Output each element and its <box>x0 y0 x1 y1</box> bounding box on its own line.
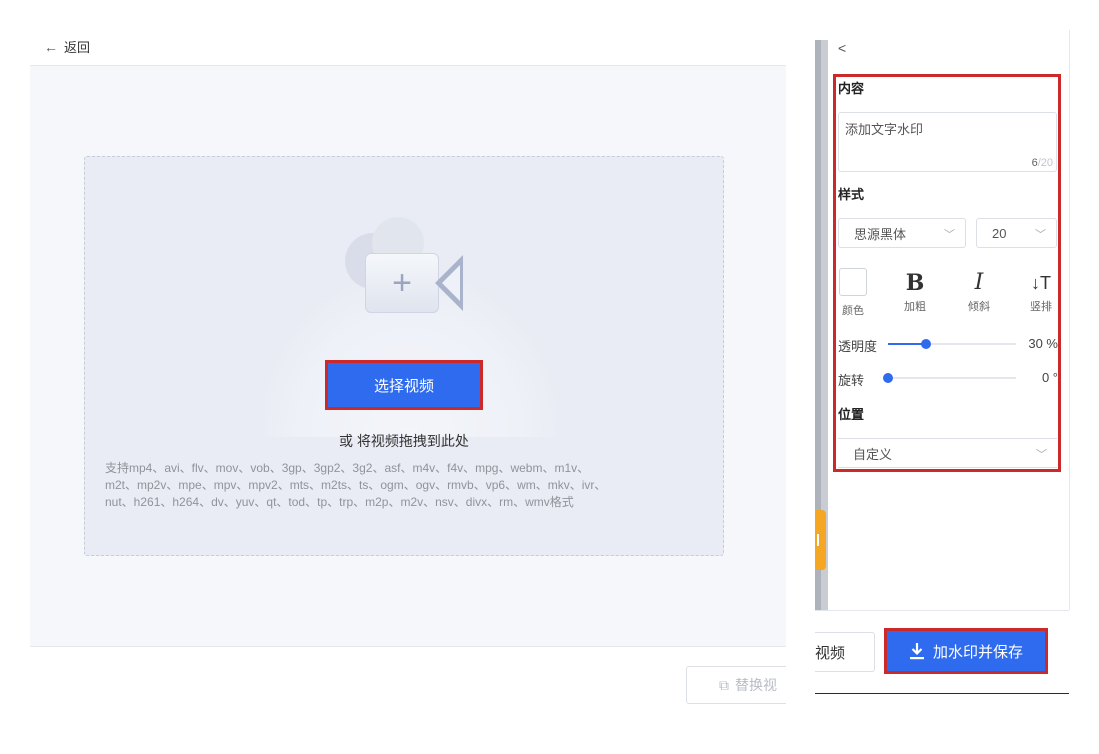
upload-area: + 选择视频 或 将视频拖拽到此处 支持mp4、avi、flv、mov、vob、… <box>30 65 786 647</box>
collapse-tab-grip <box>817 534 819 546</box>
supported-formats: 支持mp4、avi、flv、mov、vob、3gp、3gp2、3g2、asf、m… <box>105 460 705 511</box>
panel-gap <box>786 30 815 730</box>
replace-icon: ⧉ <box>719 676 729 693</box>
drop-zone[interactable]: + 选择视频 或 将视频拖拽到此处 支持mp4、avi、flv、mov、vob、… <box>84 156 724 556</box>
video-camera-icon: + <box>365 253 439 313</box>
download-icon <box>909 643 924 660</box>
panel-back-chevron-icon[interactable]: < <box>838 40 846 56</box>
back-arrow-icon: ← <box>44 38 58 55</box>
add-watermark-save-button[interactable]: 加水印并保存 <box>884 628 1048 674</box>
previous-video-label: 视频 <box>815 644 846 662</box>
select-video-label: 选择视频 <box>373 377 434 395</box>
formats-line: m2t、mp2v、mpe、mpv、mpv2、mts、m2ts、ts、ogm、og… <box>105 478 607 492</box>
plus-icon: + <box>392 263 412 302</box>
settings-highlight <box>833 74 1061 472</box>
collapse-tab[interactable] <box>815 510 826 570</box>
back-label: 返回 <box>64 40 91 55</box>
camera-lens-inner <box>442 265 460 301</box>
drag-hint: 或 将视频拖拽到此处 <box>339 433 469 449</box>
replace-label: 替换视 <box>735 677 777 693</box>
save-label: 加水印并保存 <box>932 643 1023 661</box>
formats-line: 支持mp4、avi、flv、mov、vob、3gp、3gp2、3g2、asf、m… <box>105 461 590 475</box>
previous-video-button[interactable]: 视频 <box>815 632 875 672</box>
back-link[interactable]: ← 返回 <box>44 37 90 56</box>
replace-video-button[interactable]: ⧉ 替换视 <box>686 666 796 704</box>
formats-line: nut、h261、h264、dv、yuv、qt、tod、tp、trp、m2p、m… <box>105 495 574 509</box>
select-video-button[interactable]: 选择视频 <box>325 360 483 410</box>
